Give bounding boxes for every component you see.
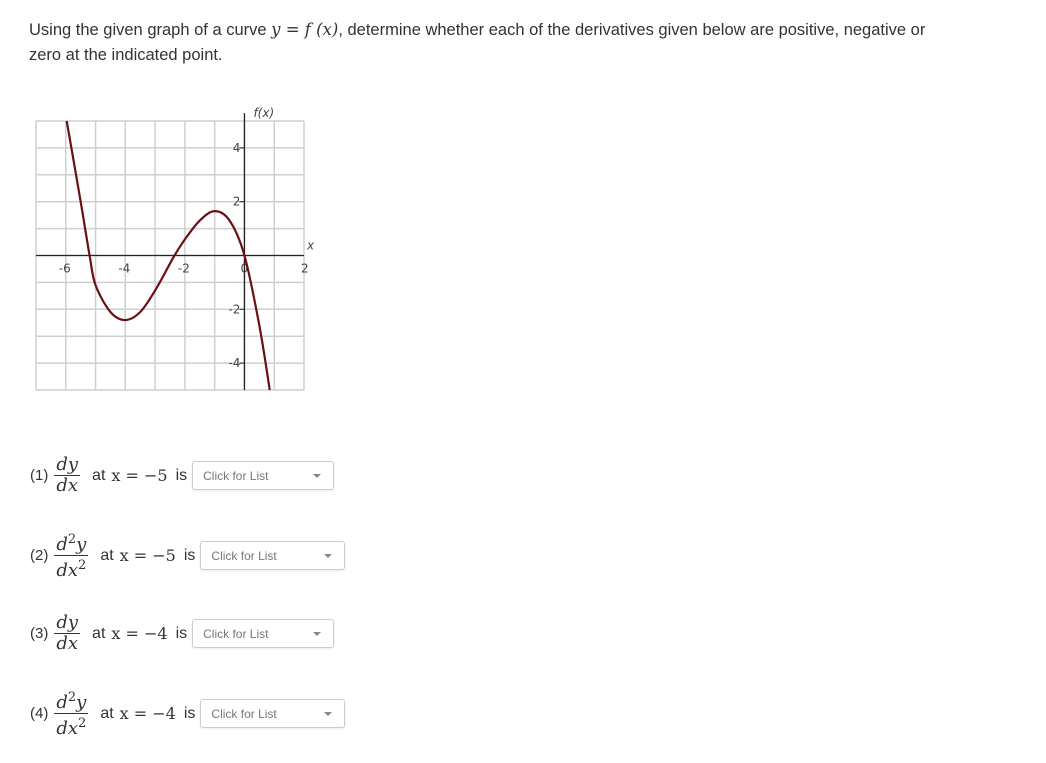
x-value: x = −5	[111, 466, 168, 485]
x-value: x = −5	[119, 546, 176, 565]
numerator-var: y	[76, 534, 87, 555]
fraction-numerator: d2y	[54, 530, 89, 556]
curve-f-x	[65, 121, 271, 390]
numerator-var: y	[76, 692, 87, 713]
dropdown-placeholder: Click for List	[203, 468, 269, 483]
y-tick-label: 4	[233, 141, 241, 155]
function-graph: -6 -4 -2 0 242-2-4 x f(x)	[35, 106, 315, 391]
instructions: Using the given graph of a curve y = f (…	[29, 17, 929, 68]
answer-dropdown-4[interactable]: Click for List	[200, 699, 346, 728]
question-2: (2) d2y dx2 at x = −5 is Click for List	[30, 530, 346, 581]
denominator-order: 2	[78, 558, 87, 573]
x-tick-label: 2	[301, 262, 309, 276]
derivative-fraction: dy dx	[54, 612, 81, 654]
dropdown-placeholder: Click for List	[211, 706, 277, 721]
chevron-down-icon	[313, 631, 322, 636]
x-value: x = −4	[119, 704, 176, 723]
dropdown-placeholder: Click for List	[203, 626, 269, 641]
denominator-dx: dx	[56, 718, 79, 739]
question-3: (3) dy dx at x = −4 is Click for List	[30, 612, 335, 654]
derivative-fraction: d2y dx2	[54, 530, 89, 581]
fraction-numerator: dy	[54, 612, 81, 634]
x-axis-label: x	[306, 239, 315, 253]
x-tick-label: -2	[178, 262, 190, 276]
question-number: (1)	[30, 467, 49, 484]
numerator-d: d	[56, 534, 68, 555]
is-label: is	[183, 546, 196, 564]
fraction-denominator: dx2	[56, 556, 86, 581]
is-label: is	[175, 624, 188, 642]
fraction-numerator: dy	[54, 454, 81, 476]
numerator-d: d	[56, 692, 68, 713]
fraction-denominator: dx2	[56, 714, 86, 739]
answer-dropdown-2[interactable]: Click for List	[200, 541, 346, 570]
question-number: (4)	[30, 705, 49, 722]
y-tick-label: 2	[233, 195, 241, 209]
chevron-down-icon	[324, 553, 333, 558]
chevron-down-icon	[313, 473, 322, 478]
question-1: (1) dy dx at x = −5 is Click for List	[30, 454, 335, 496]
numerator-order: 2	[67, 532, 77, 547]
x-tick-label: -4	[118, 262, 130, 276]
fraction-denominator: dx	[56, 475, 79, 496]
at-label: at	[100, 704, 114, 722]
x-tick-label: -6	[59, 262, 71, 276]
derivative-fraction: d2y dx2	[54, 688, 89, 739]
answer-dropdown-1[interactable]: Click for List	[192, 461, 335, 490]
question-number: (2)	[30, 547, 49, 564]
question-number: (3)	[30, 625, 49, 642]
is-label: is	[183, 704, 196, 722]
y-tick-label: -2	[228, 302, 240, 316]
denominator-order: 2	[78, 716, 87, 731]
denominator-dx: dx	[56, 560, 79, 581]
fraction-numerator: d2y	[54, 688, 89, 714]
x-value: x = −4	[111, 624, 168, 643]
at-label: at	[92, 624, 106, 642]
derivative-fraction: dy dx	[54, 454, 81, 496]
at-label: at	[100, 546, 114, 564]
at-label: at	[92, 466, 106, 484]
answer-dropdown-3[interactable]: Click for List	[192, 619, 335, 648]
instructions-part1: Using the given graph of a curve	[29, 21, 272, 39]
fraction-denominator: dx	[56, 633, 79, 654]
is-label: is	[175, 466, 188, 484]
y-tick-label: -4	[228, 356, 240, 370]
chevron-down-icon	[324, 711, 333, 716]
instructions-math: y = f (x)	[271, 20, 339, 39]
dropdown-placeholder: Click for List	[211, 548, 277, 563]
numerator-order: 2	[67, 690, 77, 705]
y-axis-label: f(x)	[253, 106, 274, 120]
question-4: (4) d2y dx2 at x = −4 is Click for List	[30, 688, 346, 739]
